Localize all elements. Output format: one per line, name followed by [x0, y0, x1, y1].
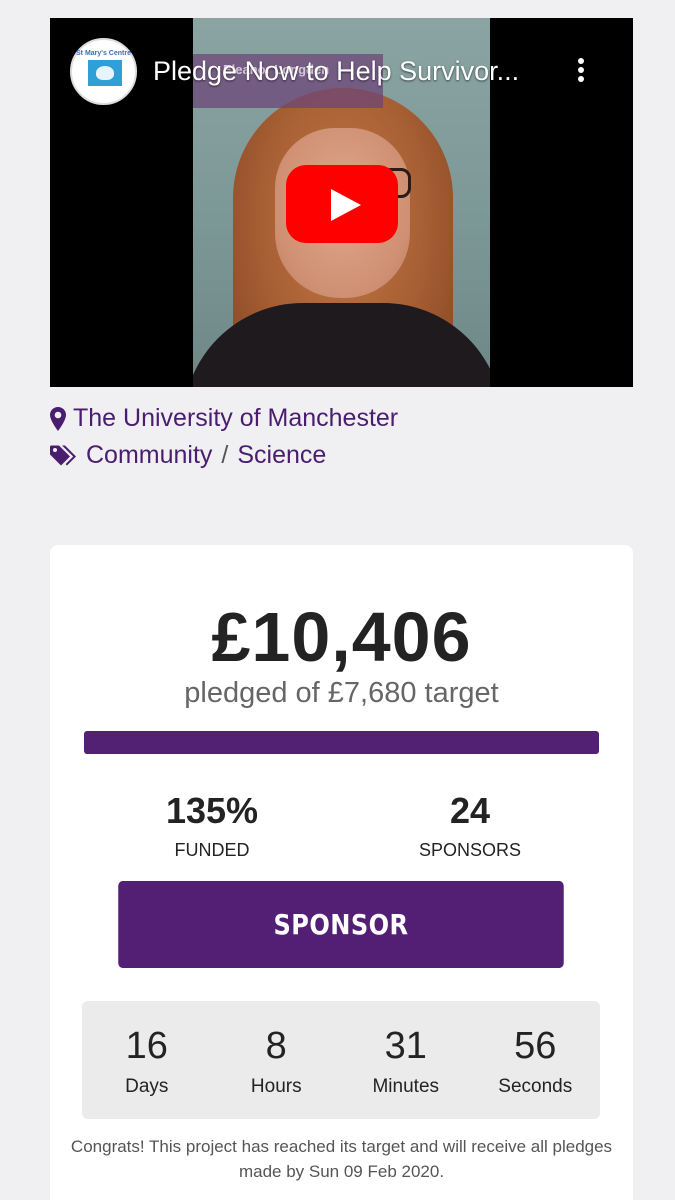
funded-stat: 135% FUNDED — [112, 790, 312, 861]
countdown-hours: 8 Hours — [212, 1001, 342, 1119]
funding-progress-bar — [84, 731, 599, 754]
sponsor-button[interactable]: SPONSOR — [118, 881, 564, 968]
project-categories: Community / Science — [50, 441, 326, 470]
hands-icon — [88, 60, 122, 86]
countdown-days: 16 Days — [82, 1001, 212, 1119]
channel-logo[interactable]: St Mary's Centre — [70, 38, 137, 105]
location-link[interactable]: The University of Manchester — [73, 404, 398, 433]
category-community-link[interactable]: Community — [86, 441, 212, 470]
countdown-seconds-value: 56 — [514, 1025, 557, 1067]
channel-logo-text: St Mary's Centre — [76, 50, 131, 57]
countdown-hours-value: 8 — [265, 1025, 287, 1067]
countdown-days-value: 16 — [125, 1025, 168, 1067]
sponsors-stat: 24 SPONSORS — [370, 790, 570, 861]
category-science-link[interactable]: Science — [237, 441, 326, 470]
video-embed[interactable]: Eleanor Longden St Mary's Centre Pledge … — [50, 18, 633, 387]
pledged-amount: £10,406 — [211, 598, 472, 676]
funded-label: FUNDED — [174, 840, 250, 860]
funding-progress-fill — [84, 731, 599, 754]
countdown-seconds: 56 Seconds — [471, 1001, 601, 1119]
map-marker-icon — [50, 406, 66, 431]
funded-value: 135% — [165, 790, 259, 831]
countdown-minutes-label: Minutes — [372, 1076, 440, 1097]
funding-card: £10,406 pledged of £7,680 target 135% FU… — [50, 545, 633, 1200]
video-title[interactable]: Pledge Now to Help Survivor... — [153, 56, 519, 87]
countdown-days-label: Days — [125, 1076, 169, 1097]
sponsors-label: SPONSORS — [418, 840, 522, 860]
tags-icon — [50, 445, 76, 465]
sponsors-value: 24 — [449, 790, 491, 831]
project-page: Eleanor Longden St Mary's Centre Pledge … — [0, 0, 675, 1200]
play-button[interactable] — [286, 165, 398, 243]
countdown-minutes: 31 Minutes — [341, 1001, 471, 1119]
pledged-target-text: pledged of £7,680 target — [184, 677, 499, 709]
countdown-hours-label: Hours — [250, 1076, 302, 1097]
project-location: The University of Manchester — [50, 404, 398, 433]
countdown-minutes-value: 31 — [384, 1025, 427, 1067]
more-options-icon[interactable] — [575, 58, 587, 88]
countdown-timer: 16 Days 8 Hours 31 Minutes 56 Seconds — [82, 1001, 600, 1119]
funding-status-message: Congrats! This project has reached its t… — [70, 1137, 613, 1181]
category-separator: / — [221, 441, 229, 469]
countdown-seconds-label: Seconds — [498, 1076, 573, 1097]
